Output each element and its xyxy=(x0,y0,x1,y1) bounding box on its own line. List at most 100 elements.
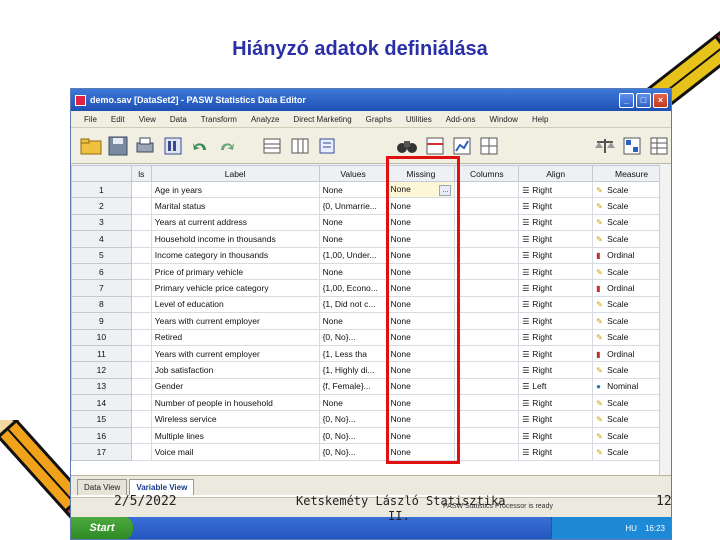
cell-columns[interactable] xyxy=(454,426,520,445)
dialog-recall-icon[interactable] xyxy=(161,134,184,158)
save-icon[interactable] xyxy=(106,134,129,158)
cell-columns[interactable] xyxy=(454,180,520,199)
cell-columns[interactable] xyxy=(454,230,520,248)
cell-align[interactable]: ☰ Right xyxy=(518,328,594,346)
goto-variable-icon[interactable] xyxy=(288,134,311,158)
cell-label[interactable]: Years with current employer xyxy=(150,344,320,363)
cell-label[interactable]: Level of education xyxy=(150,295,320,314)
cell-ls[interactable] xyxy=(130,312,152,330)
use-sets-icon[interactable] xyxy=(648,134,671,158)
goto-case-icon[interactable] xyxy=(261,134,284,158)
close-button[interactable]: × xyxy=(653,92,668,108)
cell-columns[interactable] xyxy=(454,213,520,232)
row-number[interactable]: 7 xyxy=(71,279,132,297)
row-number[interactable]: 11 xyxy=(71,344,132,363)
row-number[interactable]: 4 xyxy=(71,230,132,248)
cell-columns[interactable] xyxy=(454,443,520,461)
cell-values[interactable]: {1,00, Under... xyxy=(318,246,388,264)
maximize-button[interactable]: □ xyxy=(636,92,651,108)
column-header-ls[interactable]: ls xyxy=(130,165,152,182)
cell-align[interactable]: ☰ Right xyxy=(518,230,594,248)
row-number[interactable]: 5 xyxy=(71,246,132,264)
cell-columns[interactable] xyxy=(454,197,520,215)
cell-ls[interactable] xyxy=(130,426,152,445)
menu-view[interactable]: View xyxy=(132,115,163,124)
menu-add-ons[interactable]: Add-ons xyxy=(439,115,483,124)
cell-ls[interactable] xyxy=(130,246,152,264)
cell-columns[interactable] xyxy=(454,262,520,281)
cell-align[interactable]: ☰ Right xyxy=(518,213,594,232)
cell-values[interactable]: None xyxy=(318,213,388,232)
cell-label[interactable]: Years at current address xyxy=(150,213,320,232)
cell-label[interactable]: Wireless service xyxy=(150,410,320,428)
column-header-values[interactable]: Values xyxy=(318,165,388,182)
table-row[interactable]: 8 Level of education {1, Did not c... None ☰… xyxy=(71,295,671,314)
cell-values[interactable]: None xyxy=(318,312,388,330)
cell-columns[interactable] xyxy=(454,344,520,363)
cell-label[interactable]: Price of primary vehicle xyxy=(150,262,320,281)
cell-align[interactable]: ☰ Right xyxy=(518,246,594,264)
cell-label[interactable]: Job satisfaction xyxy=(150,361,320,379)
row-number[interactable]: 16 xyxy=(71,426,132,445)
cell-columns[interactable] xyxy=(454,328,520,346)
variables-icon[interactable] xyxy=(315,134,338,158)
cell-values[interactable]: None xyxy=(318,262,388,281)
cell-label[interactable]: Age in years xyxy=(150,180,320,199)
cell-label[interactable]: Household income in thousands xyxy=(150,230,320,248)
cell-label[interactable]: Voice mail xyxy=(150,443,320,461)
column-header-columns[interactable]: Columns xyxy=(454,165,520,182)
menu-transform[interactable]: Transform xyxy=(194,115,244,124)
cell-align[interactable]: ☰ Right xyxy=(518,180,594,199)
table-row[interactable]: 16 Multiple lines {0, No}... None ☰ Right ✎ Sca… xyxy=(71,426,671,445)
row-number[interactable]: 9 xyxy=(71,312,132,330)
cell-values[interactable]: None xyxy=(318,180,388,199)
cell-label[interactable]: Income category in thousands xyxy=(150,246,320,264)
row-number[interactable]: 12 xyxy=(71,361,132,379)
cell-ls[interactable] xyxy=(130,295,152,314)
cell-ls[interactable] xyxy=(130,197,152,215)
table-row[interactable]: 3 Years at current address None None ☰ Right ✎… xyxy=(71,213,671,232)
cell-align[interactable]: ☰ Right xyxy=(518,312,594,330)
menu-graphs[interactable]: Graphs xyxy=(359,115,399,124)
cell-values[interactable]: {1, Did not c... xyxy=(318,295,388,314)
row-number[interactable]: 14 xyxy=(71,394,132,412)
row-number[interactable]: 8 xyxy=(71,295,132,314)
cell-values[interactable]: None xyxy=(318,394,388,412)
row-number[interactable]: 17 xyxy=(71,443,132,461)
value-labels-icon[interactable] xyxy=(620,134,643,158)
cell-align[interactable]: ☰ Right xyxy=(518,410,594,428)
cell-ls[interactable] xyxy=(130,180,152,199)
cell-label[interactable]: Multiple lines xyxy=(150,426,320,445)
weight-cases-icon[interactable] xyxy=(593,134,616,158)
language-indicator[interactable]: HU xyxy=(625,524,637,533)
menu-window[interactable]: Window xyxy=(482,115,524,124)
insert-cases-icon[interactable] xyxy=(423,134,446,158)
menu-direct-marketing[interactable]: Direct Marketing xyxy=(286,115,358,124)
cell-ls[interactable] xyxy=(130,279,152,297)
cell-ls[interactable] xyxy=(130,262,152,281)
cell-label[interactable]: Marital status xyxy=(150,197,320,215)
row-number[interactable]: 15 xyxy=(71,410,132,428)
cell-values[interactable]: {f, Female}... xyxy=(318,377,388,396)
undo-icon[interactable] xyxy=(188,134,211,158)
row-number[interactable]: 1 xyxy=(71,180,132,199)
redo-icon[interactable] xyxy=(216,134,239,158)
table-row[interactable]: 7 Primary vehicle price category {1,00, Ec… xyxy=(71,279,671,297)
menu-data[interactable]: Data xyxy=(163,115,194,124)
tab-variable-view[interactable]: Variable View xyxy=(129,479,195,495)
cell-align[interactable]: ☰ Right xyxy=(518,197,594,215)
cell-ls[interactable] xyxy=(130,230,152,248)
cell-values[interactable]: {1, Less tha xyxy=(318,344,388,363)
row-number[interactable]: 2 xyxy=(71,197,132,215)
cell-ls[interactable] xyxy=(130,361,152,379)
cell-label[interactable]: Primary vehicle price category xyxy=(150,279,320,297)
menu-utilities[interactable]: Utilities xyxy=(399,115,439,124)
column-header-label[interactable]: Label xyxy=(150,165,320,182)
cell-columns[interactable] xyxy=(454,377,520,396)
cell-ls[interactable] xyxy=(130,394,152,412)
cell-align[interactable]: ☰ Right xyxy=(518,295,594,314)
cell-label[interactable]: Number of people in household xyxy=(150,394,320,412)
cell-columns[interactable] xyxy=(454,361,520,379)
table-row[interactable]: 9 Years with current employer None None ☰ Rig… xyxy=(71,312,671,330)
table-row[interactable]: 6 Price of primary vehicle None None ☰ Right ✎… xyxy=(71,262,671,281)
